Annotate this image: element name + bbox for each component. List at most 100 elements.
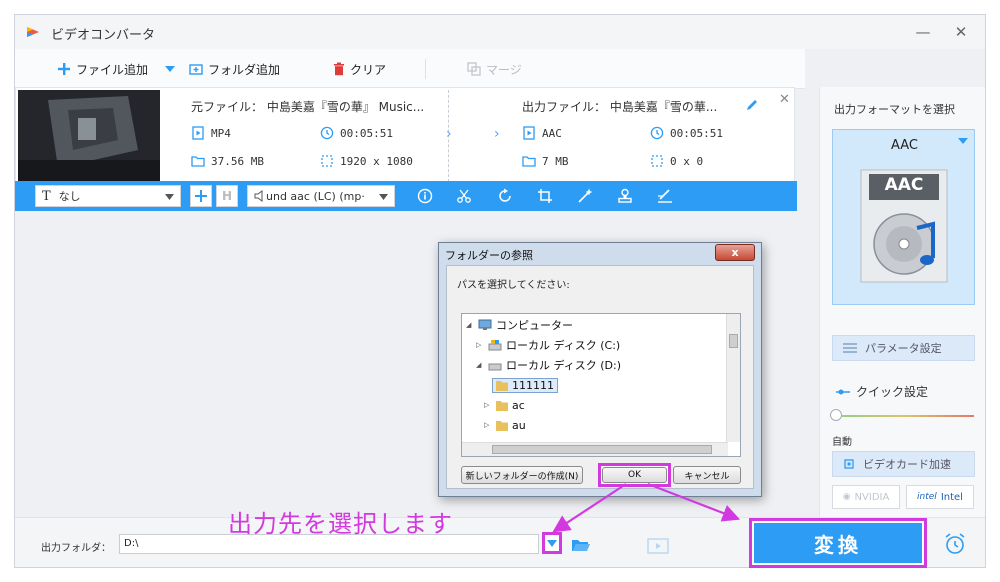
tree-item-label: ローカル ディスク (D:) [506, 359, 621, 372]
sliders-icon [843, 343, 857, 353]
folder-tree[interactable]: ◢ コンピューター ▷ ローカル ディスク (C:) ◢ ローカル ディスク (… [461, 313, 741, 457]
scissors-icon[interactable] [455, 187, 473, 205]
output-format-value: AAC [542, 126, 562, 140]
expanded-arrow-icon: ◢ [466, 321, 472, 329]
tree-vertical-scrollbar[interactable] [726, 314, 740, 442]
intel-button[interactable]: intel Intel [906, 485, 974, 509]
chip-icon [844, 459, 854, 469]
intel-logo-icon: intel [917, 492, 937, 502]
dialog-close-button[interactable]: x [715, 244, 755, 261]
tree-item-folder[interactable]: ▷ ac [484, 396, 525, 414]
crop-icon[interactable] [536, 187, 554, 205]
watermark-stamp-icon[interactable] [616, 187, 634, 205]
audio-track-value: und aac (LC) (mp· [266, 189, 365, 203]
source-file-name: 元ファイル： 中島美嘉『雪の華』 Music... [191, 100, 425, 114]
output-format-name: AAC [891, 138, 918, 153]
convert-button-highlight: 変換 [749, 518, 927, 568]
add-folder-label: フォルダ追加 [208, 62, 281, 77]
toolbar-divider [425, 59, 426, 79]
clock-icon [650, 126, 664, 140]
caret-down-icon [379, 194, 388, 200]
preview-video-icon[interactable] [647, 538, 669, 554]
hdr-icon[interactable]: H [216, 185, 238, 207]
add-subtitle-button[interactable] [190, 185, 212, 207]
plus-icon [58, 63, 70, 75]
convert-button[interactable]: 変換 [754, 523, 922, 563]
video-thumbnail [18, 90, 160, 182]
add-folder-button[interactable]: フォルダ追加 [189, 60, 280, 78]
folder-icon [522, 156, 536, 167]
tree-item-label: ローカル ディスク (C:) [506, 339, 621, 352]
subtitle-select[interactable]: T なし [35, 185, 181, 207]
nvidia-eye-icon: ◉ [842, 492, 851, 502]
ok-button[interactable]: OK [602, 467, 667, 483]
minimize-icon[interactable]: — [913, 23, 933, 41]
edit-toolbar: T なし H und aac (LC) (mp· [15, 181, 797, 211]
folder-icon [496, 380, 508, 391]
folder-plus-icon [189, 64, 203, 75]
drive-icon [488, 363, 502, 371]
nvidia-label: NVIDIA [854, 491, 890, 503]
gpu-acceleration-label: ビデオカード加速 [863, 458, 951, 471]
output-file-name: 出力ファイル： 中島美嘉『雪の華... [522, 100, 718, 114]
audio-file-icon [523, 126, 535, 140]
merge-button[interactable]: マージ [467, 60, 522, 78]
folder-icon [496, 400, 508, 411]
rotate-icon[interactable] [496, 187, 514, 205]
output-format-selector[interactable]: AAC AAC [832, 129, 975, 305]
remove-file-icon[interactable]: ✕ [779, 92, 790, 107]
output-folder-dropdown[interactable] [542, 532, 562, 554]
output-resolution-value: 0 x 0 [670, 154, 704, 168]
new-folder-button[interactable]: 新しいフォルダーの作成(N) [461, 466, 583, 484]
caret-down-icon [547, 539, 557, 547]
dialog-title: フォルダーの参照 [445, 249, 533, 262]
file-item-card[interactable]: 元ファイル： 中島美嘉『雪の華』 Music... MP4 00:05:51 3… [15, 87, 795, 183]
quality-slider-track[interactable] [834, 415, 974, 417]
tree-item-folder-selected[interactable]: 111111 [492, 376, 558, 394]
app-logo-icon [27, 27, 39, 37]
audio-track-select[interactable]: und aac (LC) (mp· [247, 185, 395, 207]
trash-icon [334, 62, 344, 76]
tree-item-computer[interactable]: ◢ コンピューター [466, 316, 573, 334]
add-file-button[interactable]: ファイル追加 [57, 60, 148, 78]
open-folder-icon[interactable] [571, 538, 591, 552]
add-file-dropdown[interactable] [165, 60, 175, 78]
tree-item-label: 111111 [512, 378, 554, 392]
nvidia-button[interactable]: ◉ NVIDIA [832, 485, 900, 509]
effects-wand-icon[interactable] [576, 187, 594, 205]
tree-horizontal-scrollbar[interactable] [462, 442, 728, 456]
output-duration-value: 00:05:51 [670, 126, 723, 140]
resolution-icon [651, 155, 663, 167]
tree-item-label: ac [512, 398, 525, 412]
gpu-acceleration-button[interactable]: ビデオカード加速 [832, 451, 975, 477]
arrow-right-icon: › [494, 126, 500, 142]
alarm-clock-icon[interactable] [943, 532, 967, 556]
caret-down-icon [958, 138, 968, 144]
quick-settings-icon [836, 389, 850, 394]
output-folder-label: 出力フォルダ： [41, 543, 111, 554]
ok-button-highlight: OK [598, 463, 671, 487]
output-duration: 00:05:51 [650, 126, 723, 140]
edit-pencil-icon[interactable] [745, 98, 759, 112]
close-icon[interactable]: ✕ [951, 23, 971, 41]
info-icon[interactable] [416, 187, 434, 205]
clear-button[interactable]: クリア [333, 60, 386, 78]
quality-slider-thumb[interactable] [830, 409, 842, 421]
scrollbar-thumb[interactable] [729, 334, 738, 348]
tree-item-folder[interactable]: ▷ au [484, 416, 526, 434]
quality-slider-label: 自動 [832, 437, 852, 448]
output-format: AAC [522, 126, 562, 140]
source-size: 37.56 MB [191, 154, 264, 168]
cancel-button[interactable]: キャンセル [673, 466, 741, 484]
subtitle-edit-icon[interactable] [656, 187, 674, 205]
resolution-icon [321, 155, 333, 167]
subtitle-select-value: なし [58, 190, 81, 203]
scrollbar-thumb[interactable] [492, 445, 712, 454]
add-file-label: ファイル追加 [76, 62, 149, 77]
tree-item-drive-c[interactable]: ▷ ローカル ディスク (C:) [476, 336, 620, 354]
merge-label: マージ [486, 62, 522, 77]
clock-icon [320, 126, 334, 140]
tree-item-drive-d[interactable]: ◢ ローカル ディスク (D:) [476, 356, 621, 374]
source-duration-value: 00:05:51 [340, 126, 393, 140]
parameter-settings-button[interactable]: パラメータ設定 [832, 335, 975, 361]
